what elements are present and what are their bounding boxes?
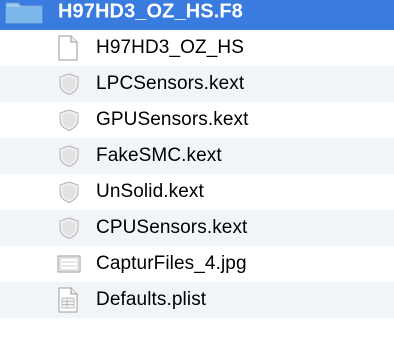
file-row[interactable]: H97HD3_OZ_HS: [0, 30, 394, 66]
file-name: Defaults.plist: [96, 289, 207, 310]
kext-shield-icon: [59, 181, 79, 204]
file-name: CPUSensors.kext: [96, 217, 248, 238]
file-row[interactable]: LPCSensors.kext: [0, 66, 394, 102]
finder-file-list: H97HD3_OZ_HS.F8 H97HD3_OZ_HS LPCSensors.…: [0, 0, 394, 341]
file-row[interactable]: Defaults.plist: [0, 282, 394, 318]
folder-icon: [5, 2, 43, 24]
file-name: UnSolid.kext: [96, 181, 204, 202]
kext-shield-icon: [59, 145, 79, 168]
plist-file-icon: [58, 287, 78, 313]
file-name: GPUSensors.kext: [96, 109, 249, 130]
blank-document-icon: [58, 35, 78, 61]
file-name: LPCSensors.kext: [96, 73, 245, 94]
file-name: FakeSMC.kext: [96, 145, 222, 166]
file-name: H97HD3_OZ_HS: [96, 37, 244, 58]
image-file-icon: [57, 255, 81, 273]
folder-row-selected[interactable]: H97HD3_OZ_HS.F8: [0, 0, 394, 30]
file-name: CapturFiles_4.jpg: [96, 253, 247, 274]
folder-name: H97HD3_OZ_HS.F8: [58, 0, 243, 23]
file-row[interactable]: FakeSMC.kext: [0, 138, 394, 174]
kext-shield-icon: [59, 217, 79, 240]
kext-shield-icon: [59, 109, 79, 132]
file-row[interactable]: UnSolid.kext: [0, 174, 394, 210]
file-row[interactable]: CPUSensors.kext: [0, 210, 394, 246]
file-row[interactable]: CapturFiles_4.jpg: [0, 246, 394, 282]
file-row[interactable]: GPUSensors.kext: [0, 102, 394, 138]
kext-shield-icon: [59, 73, 79, 96]
